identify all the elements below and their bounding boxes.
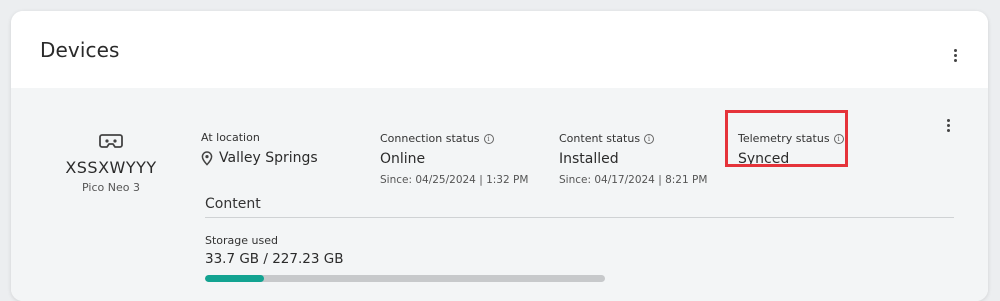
- divider: [205, 217, 954, 218]
- page-title: Devices: [40, 38, 120, 62]
- vr-headset-icon: [99, 134, 123, 148]
- devices-card: Devices XSSXWYYY Pico Neo 3 At location …: [11, 11, 988, 301]
- location-label: At location: [201, 131, 260, 144]
- content-since: Since: 04/17/2024 | 8:21 PM: [559, 174, 708, 186]
- info-icon[interactable]: i: [483, 134, 494, 144]
- location-value: Valley Springs: [219, 150, 318, 166]
- device-more-options-icon[interactable]: [940, 115, 956, 135]
- location-pin-icon: [201, 150, 213, 166]
- location-field: Valley Springs: [201, 150, 318, 166]
- connection-since: Since: 04/25/2024 | 1:32 PM: [380, 174, 529, 186]
- info-icon[interactable]: i: [644, 134, 655, 144]
- device-row: XSSXWYYY Pico Neo 3 At location Valley S…: [11, 88, 988, 301]
- storage-label: Storage used: [205, 234, 278, 247]
- storage-value: 33.7 GB / 227.23 GB: [205, 251, 344, 267]
- content-status-value: Installed: [559, 151, 619, 167]
- storage-progress-fill: [205, 275, 265, 282]
- more-options-icon[interactable]: [947, 45, 963, 65]
- content-status-label-text: Content status: [559, 132, 641, 145]
- content-status-label: Content status i: [559, 132, 655, 145]
- connection-status-value: Online: [380, 151, 426, 167]
- device-name[interactable]: XSSXWYYY: [51, 158, 171, 177]
- storage-progress-bar: [205, 275, 605, 282]
- card-header: Devices: [11, 11, 988, 88]
- telemetry-highlight-box: [725, 110, 848, 167]
- content-section-title: Content: [205, 196, 261, 212]
- device-model: Pico Neo 3: [82, 181, 140, 194]
- connection-status-label: Connection status i: [380, 132, 494, 145]
- connection-status-label-text: Connection status: [380, 132, 480, 145]
